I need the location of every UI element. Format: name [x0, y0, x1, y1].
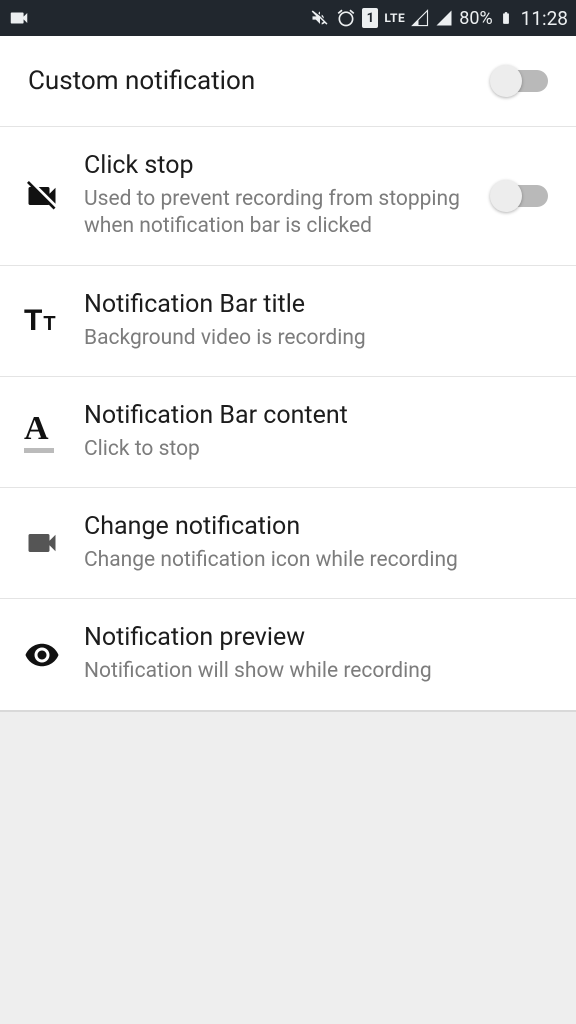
change-notification-row[interactable]: Change notification Change notification … [0, 488, 576, 599]
videocam-off-icon [24, 178, 84, 214]
settings-list: Custom notification Click stop Used to p… [0, 36, 576, 712]
notification-preview-row[interactable]: Notification preview Notification will s… [0, 599, 576, 711]
alarm-icon [336, 8, 356, 28]
click-stop-subtitle: Used to prevent recording from stopping … [84, 186, 480, 241]
eye-icon [24, 637, 84, 673]
preview-subtitle: Notification will show while recording [84, 658, 536, 685]
bar-content-title: Notification Bar content [84, 401, 536, 430]
battery-icon [499, 7, 513, 29]
mute-icon [310, 8, 330, 28]
status-bar: 1 LTE 80% 11:28 [0, 0, 576, 36]
sim-icon: 1 [362, 8, 378, 28]
battery-percent: 80% [459, 8, 492, 29]
change-notif-title: Change notification [84, 512, 536, 541]
custom-notification-toggle[interactable] [492, 70, 548, 92]
bar-content-subtitle: Click to stop [84, 436, 536, 463]
bar-title-subtitle: Background video is recording [84, 325, 536, 352]
click-stop-row[interactable]: Click stop Used to prevent recording fro… [0, 127, 576, 266]
bar-title-title: Notification Bar title [84, 290, 536, 319]
signal-2-icon [435, 9, 453, 27]
notification-bar-content-row[interactable]: A Notification Bar content Click to stop [0, 377, 576, 488]
custom-notification-title: Custom notification [28, 66, 480, 96]
notification-bar-title-row[interactable]: TT Notification Bar title Background vid… [0, 266, 576, 377]
clock-time: 11:28 [521, 7, 568, 30]
signal-1-icon [411, 9, 429, 27]
preview-title: Notification preview [84, 623, 536, 652]
videocam-solid-icon [24, 525, 84, 561]
text-content-icon: A [24, 412, 84, 453]
lte-label: LTE [384, 11, 405, 25]
click-stop-title: Click stop [84, 151, 480, 180]
custom-notification-row[interactable]: Custom notification [0, 36, 576, 127]
click-stop-toggle[interactable] [492, 185, 548, 207]
change-notif-subtitle: Change notification icon while recording [84, 547, 536, 574]
videocam-icon [8, 7, 30, 29]
text-format-icon: TT [24, 304, 84, 338]
